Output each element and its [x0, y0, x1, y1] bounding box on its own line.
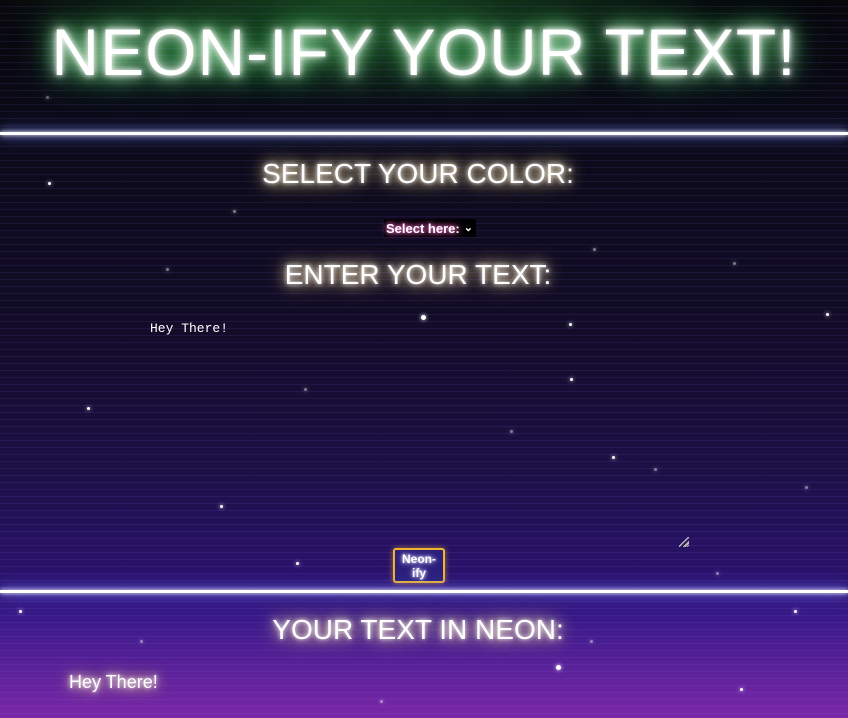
neonify-button[interactable]: Neon-ify: [393, 548, 445, 583]
star: [556, 665, 561, 670]
star: [19, 610, 22, 613]
star: [805, 486, 808, 489]
star: [296, 562, 299, 565]
output-section-heading: YOUR TEXT IN NEON:: [272, 614, 564, 645]
star: [794, 610, 797, 613]
color-select-label: Select here:: [386, 220, 460, 236]
star: [740, 688, 743, 691]
neon-output-text: Hey There!: [69, 672, 158, 692]
top-divider: [0, 132, 848, 135]
star: [233, 210, 236, 213]
page-title: NEON-IFY YOUR TEXT!: [51, 15, 797, 89]
star: [826, 313, 829, 316]
middle-divider: [0, 590, 848, 593]
star: [380, 700, 383, 703]
star: [46, 96, 49, 99]
resize-grip-icon[interactable]: [679, 537, 689, 547]
star: [593, 248, 596, 251]
chevron-down-icon: ⌄: [463, 221, 473, 234]
text-section-heading: ENTER YOUR TEXT:: [284, 259, 552, 290]
star: [716, 572, 719, 575]
color-select[interactable]: Select here: ⌄: [384, 219, 476, 237]
color-section-heading: SELECT YOUR COLOR:: [262, 158, 574, 189]
text-input[interactable]: Hey There!: [142, 314, 690, 548]
star: [87, 407, 90, 410]
